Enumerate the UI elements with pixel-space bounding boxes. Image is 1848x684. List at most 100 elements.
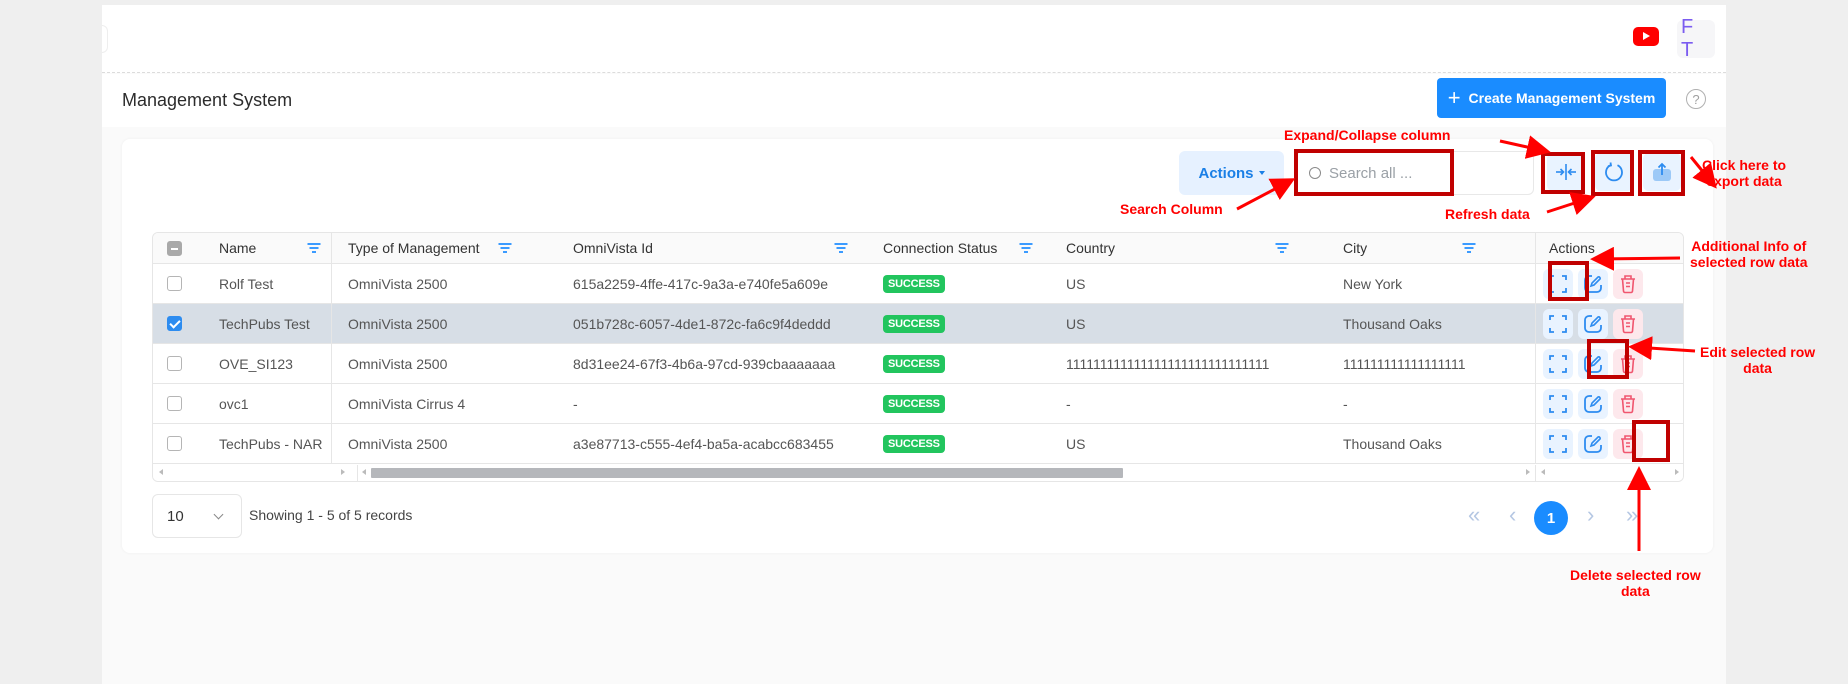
prev-page-button[interactable]: ‹	[1509, 504, 1516, 526]
table-footer: 10 Showing 1 - 5 of 5 records « ‹ 1 › »	[152, 494, 1684, 538]
plus-icon: +	[1447, 85, 1461, 110]
help-icon[interactable]: ?	[1686, 89, 1706, 109]
scroll-left-icon[interactable]	[159, 469, 163, 475]
management-systems-table: Name Type of Management OmniVista Id Con…	[152, 232, 1684, 482]
table-row[interactable]: TechPubs Test OmniVista 2500 051b728c-6057…	[153, 304, 1683, 344]
cell-status: SUCCESS	[883, 264, 945, 303]
edit-icon	[1584, 275, 1602, 293]
table-row[interactable]: TechPubs - NAR OmniVista 2500 a3e87713-c55…	[153, 424, 1683, 464]
view-details-button[interactable]	[1543, 389, 1573, 419]
table-row[interactable]: OVE_SI123 OmniVista 2500 8d31ee24-67f3-4b6…	[153, 344, 1683, 384]
top-bar: F T	[102, 5, 1726, 73]
row-select-cell	[167, 384, 182, 423]
cell-type: OmniVista 2500	[348, 435, 448, 452]
filter-icon[interactable]	[834, 243, 847, 253]
cell-omnivista-id: 615a2259-4ffe-417c-9a3a-e740fe5a609e	[573, 275, 829, 292]
header-country[interactable]: Country	[1066, 233, 1115, 263]
header-type[interactable]: Type of Management	[348, 233, 480, 263]
table-row[interactable]: ovc1 OmniVista Cirrus 4 - - - SUCCESS	[153, 384, 1683, 424]
scroll-right-icon[interactable]	[1526, 469, 1530, 475]
edit-row-button[interactable]	[1578, 309, 1608, 339]
search-box[interactable]	[1296, 151, 1534, 195]
row-checkbox[interactable]	[167, 276, 182, 291]
edit-icon	[1584, 355, 1602, 373]
view-details-button[interactable]	[1543, 429, 1573, 459]
edit-icon	[1584, 435, 1602, 453]
page-header: Management System + Create Management Sy…	[102, 74, 1726, 127]
delete-row-button[interactable]	[1613, 309, 1643, 339]
cell-country: -	[1066, 395, 1071, 412]
filter-icon[interactable]	[1462, 243, 1475, 253]
scrollbar-thumb[interactable]	[371, 468, 1123, 478]
filter-icon[interactable]	[307, 243, 320, 253]
row-checkbox[interactable]	[167, 316, 182, 331]
search-input[interactable]	[1329, 164, 1509, 182]
edit-row-button[interactable]	[1578, 349, 1608, 379]
view-details-button[interactable]	[1543, 349, 1573, 379]
last-page-button[interactable]: »	[1626, 504, 1638, 526]
cell-country: US	[1066, 275, 1086, 292]
delete-icon	[1621, 315, 1635, 334]
filter-icon[interactable]	[498, 243, 511, 253]
select-all-checkbox[interactable]	[167, 240, 182, 256]
page-1-button[interactable]: 1	[1534, 501, 1568, 535]
column-divider	[331, 344, 332, 383]
horizontal-scrollbar[interactable]	[153, 465, 1683, 481]
column-divider	[331, 304, 332, 343]
scroll-left-icon[interactable]	[362, 469, 366, 475]
cell-city: -	[1343, 395, 1348, 412]
header-omnivista-id[interactable]: OmniVista Id	[573, 233, 653, 263]
delete-row-button[interactable]	[1613, 389, 1643, 419]
delete-icon	[1621, 435, 1635, 454]
refresh-button[interactable]	[1595, 153, 1633, 191]
table-row[interactable]: Rolf Test OmniVista 2500 615a2259-4ffe-417…	[153, 264, 1683, 304]
delete-row-button[interactable]	[1613, 349, 1643, 379]
column-divider	[331, 264, 332, 303]
delete-row-button[interactable]	[1613, 269, 1643, 299]
export-icon	[1653, 162, 1671, 181]
edit-row-button[interactable]	[1578, 269, 1608, 299]
annotation-info-label: Additional Info of selected row data	[1690, 238, 1808, 271]
status-badge: SUCCESS	[883, 434, 945, 453]
header-connection-status[interactable]: Connection Status	[883, 233, 997, 263]
youtube-icon[interactable]	[1633, 27, 1659, 46]
row-checkbox[interactable]	[167, 356, 182, 371]
search-icon	[1309, 167, 1321, 179]
page-size-select[interactable]: 10	[152, 494, 242, 538]
filter-icon[interactable]	[1275, 243, 1288, 253]
refresh-icon	[1605, 162, 1623, 182]
cell-name: Rolf Test	[219, 275, 274, 292]
export-button[interactable]	[1643, 153, 1681, 191]
scroll-right-icon[interactable]	[341, 469, 345, 475]
scroll-left-icon[interactable]	[1541, 469, 1545, 475]
filter-icon[interactable]	[1019, 243, 1032, 253]
header-actions: Actions	[1549, 240, 1595, 256]
scroll-right-icon[interactable]	[1675, 469, 1679, 475]
expand-collapse-column-button[interactable]	[1547, 153, 1585, 191]
info-expand-icon	[1549, 435, 1567, 453]
edit-row-button[interactable]	[1578, 389, 1608, 419]
view-details-button[interactable]	[1543, 309, 1573, 339]
sidebar-toggle[interactable]	[102, 25, 108, 53]
create-management-system-button[interactable]: + Create Management System	[1437, 78, 1666, 118]
row-checkbox[interactable]	[167, 436, 182, 451]
edit-icon	[1584, 395, 1602, 413]
cell-country: US	[1066, 315, 1086, 332]
header-name[interactable]: Name	[219, 233, 256, 263]
edit-row-button[interactable]	[1578, 429, 1608, 459]
next-page-button[interactable]: ›	[1587, 504, 1594, 526]
cell-omnivista-id: -	[573, 395, 578, 412]
delete-row-button[interactable]	[1613, 429, 1643, 459]
cell-city: Thousand Oaks	[1343, 435, 1442, 452]
user-avatar[interactable]: F T	[1677, 16, 1715, 61]
cell-type: OmniVista Cirrus 4	[348, 395, 466, 412]
annotation-export-label: Click here to export data	[1702, 157, 1787, 190]
view-details-button[interactable]	[1543, 269, 1573, 299]
header-city[interactable]: City	[1343, 233, 1367, 263]
select-all-cell	[167, 233, 182, 263]
first-page-button[interactable]: «	[1468, 504, 1480, 526]
cell-type: OmniVista 2500	[348, 315, 448, 332]
row-checkbox[interactable]	[167, 396, 182, 411]
actions-dropdown-button[interactable]: Actions	[1179, 151, 1284, 195]
delete-icon	[1621, 395, 1635, 414]
